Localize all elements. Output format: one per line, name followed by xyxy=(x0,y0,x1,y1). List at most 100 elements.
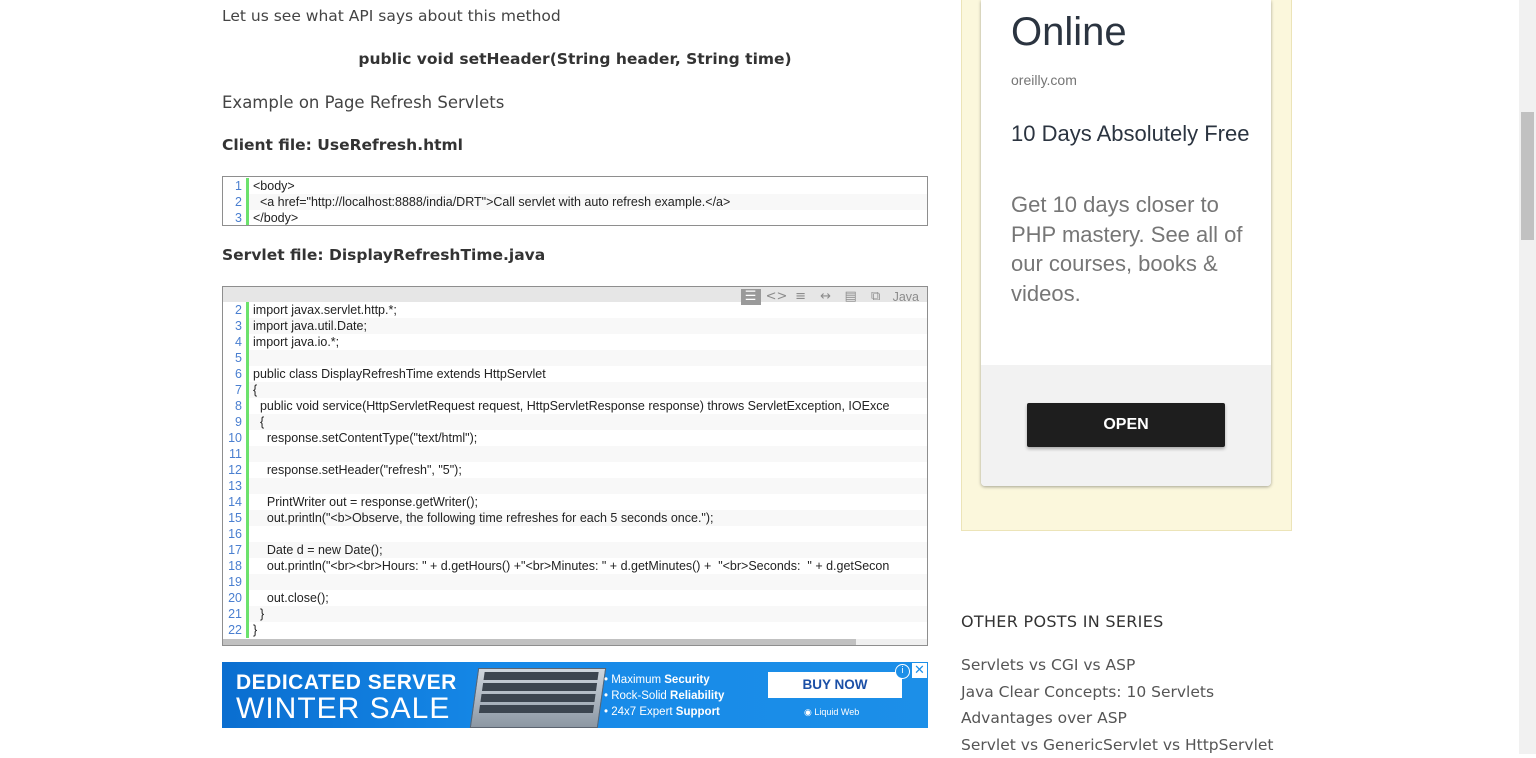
line-number: 2 xyxy=(223,194,249,210)
code-text: out.println("<br><br>Hours: " + d.getHou… xyxy=(249,558,889,574)
code-body: 2import javax.servlet.http.*;3import jav… xyxy=(223,302,927,638)
code-line: 19 xyxy=(223,574,927,590)
line-number: 14 xyxy=(223,494,249,510)
wrap-icon[interactable]: ≡ xyxy=(791,289,811,305)
line-number: 20 xyxy=(223,590,249,606)
line-number: 8 xyxy=(223,398,249,414)
code-line: 4import java.io.*; xyxy=(223,334,927,350)
series-link[interactable]: Java Clear Concepts: 10 Servlets Advanta… xyxy=(961,679,1301,732)
ad-info-icon[interactable]: i xyxy=(895,664,910,679)
code-line: 10 response.setContentType("text/html"); xyxy=(223,430,927,446)
code-line: 9 { xyxy=(223,414,927,430)
client-code-block[interactable]: 1 <body> 2 <a href="http://localhost:888… xyxy=(222,176,928,226)
line-number: 4 xyxy=(223,334,249,350)
line-number: 18 xyxy=(223,558,249,574)
ad-title-line2: WINTER SALE xyxy=(236,692,450,726)
line-number: 3 xyxy=(223,210,249,226)
copy-icon[interactable]: ▤ xyxy=(841,289,861,305)
code-text xyxy=(249,574,253,590)
code-text: PrintWriter out = response.getWriter(); xyxy=(249,494,478,510)
code-text: { xyxy=(249,414,264,430)
code-line: 16 xyxy=(223,526,927,542)
code-line: 20 out.close(); xyxy=(223,590,927,606)
sidebar-ad: Online oreilly.com 10 Days Absolutely Fr… xyxy=(961,0,1292,531)
example-heading: Example on Page Refresh Servlets xyxy=(222,93,504,112)
line-number: 2 xyxy=(223,302,249,318)
ad-bullet: • Rock-Solid Reliability xyxy=(604,688,724,704)
line-number: 10 xyxy=(223,430,249,446)
code-text: out.close(); xyxy=(249,590,329,606)
ad-banner[interactable]: DEDICATED SERVER WINTER SALE • Maximum S… xyxy=(222,662,928,728)
code-text: { xyxy=(249,382,257,398)
code-text: response.setContentType("text/html"); xyxy=(249,430,477,446)
line-number: 21 xyxy=(223,606,249,622)
language-label: Java xyxy=(893,290,919,304)
line-number: 12 xyxy=(223,462,249,478)
scrollbar-thumb[interactable] xyxy=(223,639,856,645)
series-heading: OTHER POSTS IN SERIES xyxy=(961,612,1164,631)
expand-icon[interactable]: ↔ xyxy=(816,289,836,305)
code-line: 7{ xyxy=(223,382,927,398)
code-line: 8 public void service(HttpServletRequest… xyxy=(223,398,927,414)
line-number: 16 xyxy=(223,526,249,542)
ad-card[interactable]: Online oreilly.com 10 Days Absolutely Fr… xyxy=(981,0,1271,486)
horizontal-scrollbar[interactable] xyxy=(223,639,927,645)
code-icon[interactable]: <> xyxy=(766,289,786,305)
series-link[interactable]: Servlet vs GenericServlet vs HttpServlet xyxy=(961,732,1301,758)
ad-card-domain: oreilly.com xyxy=(1011,72,1077,88)
ad-card-headline: 10 Days Absolutely Free xyxy=(1011,119,1251,149)
ad-bullet: • 24x7 Expert Support xyxy=(604,704,724,720)
code-text xyxy=(249,478,253,494)
code-line: 17 Date d = new Date(); xyxy=(223,542,927,558)
code-text: <body> xyxy=(249,178,295,194)
scrollbar-thumb[interactable] xyxy=(1521,112,1534,240)
line-number: 9 xyxy=(223,414,249,430)
code-text: Date d = new Date(); xyxy=(249,542,383,558)
method-signature: public void setHeader(String header, Str… xyxy=(222,50,928,68)
buy-now-button[interactable]: BUY NOW xyxy=(768,672,902,698)
code-text xyxy=(249,446,253,462)
code-line: 22} xyxy=(223,622,927,638)
servlet-code-block[interactable]: ☰ <> ≡ ↔ ▤ ⧉ Java 2import javax.servlet.… xyxy=(222,286,928,646)
code-line: 13 xyxy=(223,478,927,494)
ad-bullet: • Maximum Security xyxy=(604,672,724,688)
code-line: 1 <body> xyxy=(223,178,927,194)
view-source-icon[interactable]: ☰ xyxy=(741,289,761,305)
code-line: 3import java.util.Date; xyxy=(223,318,927,334)
open-button[interactable]: OPEN xyxy=(1027,403,1225,447)
code-line: 21 } xyxy=(223,606,927,622)
code-text: </body> xyxy=(249,210,298,226)
code-text: } xyxy=(249,622,257,638)
line-number: 6 xyxy=(223,366,249,382)
code-line: 3 </body> xyxy=(223,210,927,226)
code-line: 6public class DisplayRefreshTime extends… xyxy=(223,366,927,382)
ad-close-icon[interactable]: ✕ xyxy=(912,663,927,678)
client-file-heading: Client file: UseRefresh.html xyxy=(222,136,463,154)
code-line: 11 xyxy=(223,446,927,462)
series-list: Servlets vs CGI vs ASP Java Clear Concep… xyxy=(961,652,1301,758)
code-text: } xyxy=(249,606,264,622)
line-number: 22 xyxy=(223,622,249,638)
code-text xyxy=(249,350,253,366)
series-link[interactable]: Servlets vs CGI vs ASP xyxy=(961,652,1301,679)
line-number: 7 xyxy=(223,382,249,398)
line-number: 17 xyxy=(223,542,249,558)
popup-icon[interactable]: ⧉ xyxy=(866,289,886,305)
code-text: public class DisplayRefreshTime extends … xyxy=(249,366,546,382)
code-line: 18 out.println("<br><br>Hours: " + d.get… xyxy=(223,558,927,574)
line-number: 1 xyxy=(223,178,249,194)
ad-card-description: Get 10 days closer to PHP mastery. See a… xyxy=(1011,190,1251,308)
vertical-scrollbar[interactable] xyxy=(1519,0,1536,754)
code-line: 14 PrintWriter out = response.getWriter(… xyxy=(223,494,927,510)
code-text: import java.util.Date; xyxy=(249,318,367,334)
code-line: 12 response.setHeader("refresh", "5"); xyxy=(223,462,927,478)
ad-card-footer: OPEN xyxy=(981,365,1271,486)
code-text: import javax.servlet.http.*; xyxy=(249,302,397,318)
ad-card-title: Online xyxy=(1011,10,1127,55)
code-text xyxy=(249,526,253,542)
line-number: 11 xyxy=(223,446,249,462)
code-line: 2 <a href="http://localhost:8888/india/D… xyxy=(223,194,927,210)
server-image xyxy=(470,668,606,728)
code-text: response.setHeader("refresh", "5"); xyxy=(249,462,462,478)
line-number: 3 xyxy=(223,318,249,334)
